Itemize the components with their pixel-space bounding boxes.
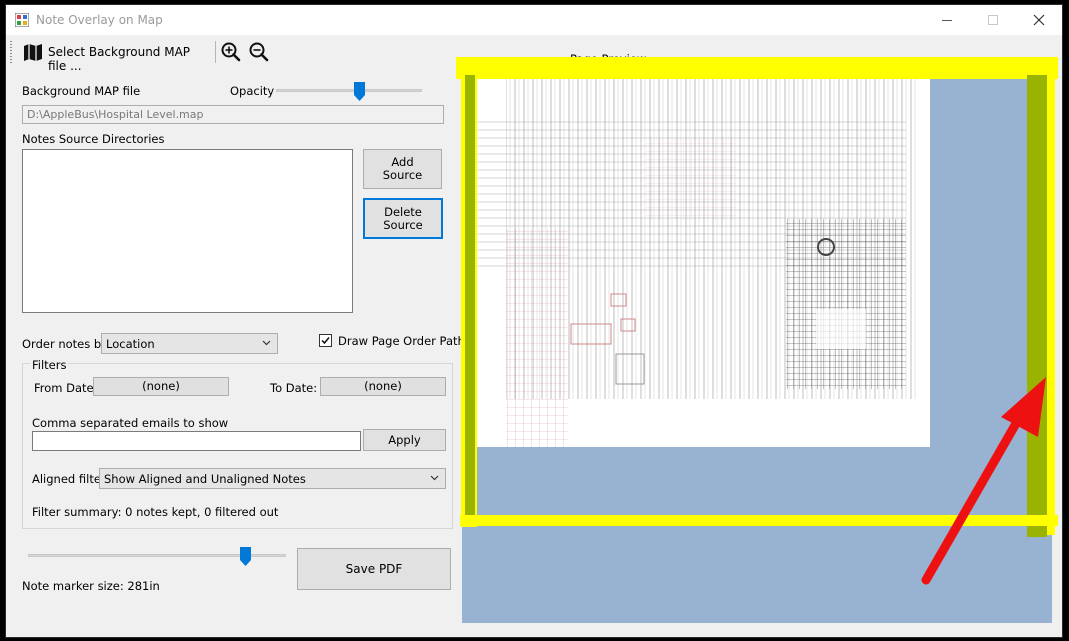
zoom-out-icon: [249, 42, 269, 62]
background-map-label: Background MAP file: [22, 84, 141, 98]
marker-size-slider-thumb[interactable]: [240, 547, 251, 566]
red-arrow-annotation: [921, 377, 1046, 585]
draw-path-label: Draw Page Order Path: [338, 334, 465, 348]
draw-path-checkbox[interactable]: [319, 334, 332, 347]
apply-button[interactable]: Apply: [363, 429, 446, 451]
draw-path-checkbox-row[interactable]: Draw Page Order Path: [319, 333, 469, 351]
minimize-button[interactable]: [924, 5, 970, 35]
from-date-label: From Date:: [34, 381, 98, 395]
select-map-button[interactable]: Select Background MAP file ...: [18, 37, 210, 73]
to-date-picker[interactable]: (none): [320, 377, 446, 396]
floor-plan-image: [476, 79, 930, 447]
order-notes-label: Order notes by: [22, 337, 108, 351]
aligned-filter-label: Aligned filter:: [32, 472, 110, 486]
chevron-down-icon: [430, 475, 439, 481]
maximize-icon: [988, 15, 998, 25]
delete-source-button[interactable]: Delete Source: [363, 198, 443, 239]
page-top-highlight: [456, 57, 1058, 79]
opacity-slider[interactable]: [276, 81, 422, 103]
save-pdf-button[interactable]: Save PDF: [297, 548, 451, 590]
close-button[interactable]: [1016, 5, 1062, 35]
page-left-highlight: [465, 75, 475, 523]
maximize-button[interactable]: [970, 5, 1016, 35]
select-map-label: Select Background MAP file ...: [48, 45, 191, 73]
marker-size-slider[interactable]: [28, 545, 286, 567]
minimize-icon: [942, 20, 952, 21]
map-file-path-field: D:\AppleBus\Hospital Level.map: [22, 105, 444, 124]
map-icon: [24, 44, 42, 61]
notes-source-list[interactable]: [22, 149, 353, 313]
aligned-filter-dropdown[interactable]: Show Aligned and Unaligned Notes: [99, 468, 446, 489]
opacity-slider-thumb[interactable]: [354, 82, 365, 101]
aligned-filter-selected: Show Aligned and Unaligned Notes: [104, 471, 306, 486]
add-source-button[interactable]: Add Source: [363, 149, 442, 189]
opacity-label: Opacity: [230, 84, 275, 98]
checkmark-icon: [321, 337, 330, 345]
app-icon: [15, 13, 29, 27]
zoom-in-button[interactable]: [220, 41, 244, 63]
opacity-slider-track: [276, 89, 422, 92]
zoom-in-icon: [221, 42, 241, 62]
order-notes-dropdown[interactable]: Location: [101, 333, 278, 354]
filters-group-label: Filters: [30, 358, 69, 372]
to-date-label: To Date:: [270, 381, 318, 395]
filter-summary: Filter summary: 0 notes kept, 0 filtered…: [32, 505, 279, 519]
close-icon: [1033, 14, 1045, 26]
toolbar-grip[interactable]: [10, 41, 12, 63]
emails-input[interactable]: [32, 431, 361, 451]
from-date-picker[interactable]: (none): [93, 377, 229, 396]
marker-size-label: Note marker size: 281in: [22, 579, 160, 593]
chevron-down-icon: [262, 340, 271, 346]
title-bar: Note Overlay on Map: [6, 5, 1062, 35]
emails-label: Comma separated emails to show: [32, 416, 229, 430]
notes-source-label: Notes Source Directories: [22, 132, 165, 146]
window-title: Note Overlay on Map: [36, 13, 163, 27]
order-notes-selected: Location: [106, 336, 155, 351]
zoom-out-button[interactable]: [248, 41, 272, 63]
toolbar-separator: [215, 41, 216, 63]
app-window: Note Overlay on Map Select Background MA…: [5, 4, 1063, 638]
